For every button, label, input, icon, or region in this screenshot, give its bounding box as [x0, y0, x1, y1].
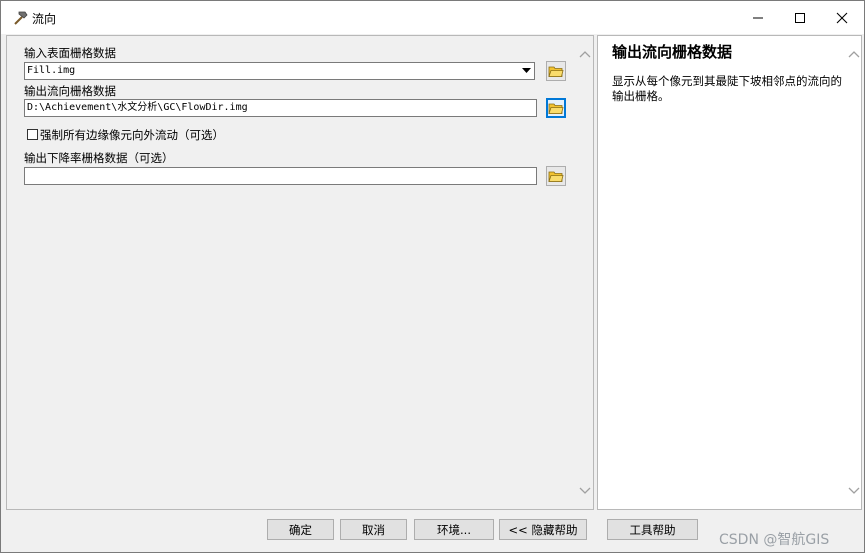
help-scroll-down-icon[interactable]: [848, 486, 860, 496]
minimize-icon: [753, 17, 763, 18]
input-surface-dropdown[interactable]: Fill.img: [24, 62, 535, 80]
dialog-window: 流向 输入表面栅格数据 Fill.img 输出流向栅格数据 D:\Achieve…: [0, 0, 865, 553]
force-edge-label: 强制所有边缘像元向外流动（可选）: [40, 128, 224, 142]
scroll-down-icon[interactable]: [579, 486, 591, 496]
window-title: 流向: [32, 12, 57, 26]
hide-help-button[interactable]: << 隐藏帮助: [499, 519, 587, 540]
parameters-pane: 输入表面栅格数据 Fill.img 输出流向栅格数据 D:\Achievemen…: [6, 35, 594, 510]
close-icon: [836, 12, 848, 23]
open-folder-icon: [548, 171, 564, 182]
help-body: 显示从每个像元到其最陡下坡相邻点的流向的输出栅格。: [612, 74, 842, 103]
output-direction-label: 输出流向栅格数据: [24, 84, 116, 98]
help-scroll-up-icon[interactable]: [848, 49, 860, 59]
help-pane: 输出流向栅格数据 显示从每个像元到其最陡下坡相邻点的流向的输出栅格。: [597, 35, 862, 510]
output-drop-input[interactable]: [24, 167, 537, 185]
environments-button[interactable]: 环境...: [414, 519, 494, 540]
watermark: CSDN @智航GIS: [719, 532, 830, 548]
minimize-button[interactable]: [737, 1, 779, 34]
output-direction-input[interactable]: D:\Achievement\水文分析\GC\FlowDir.img: [24, 99, 537, 117]
title-bar: 流向: [1, 1, 864, 34]
output-direction-value: D:\Achievement\水文分析\GC\FlowDir.img: [27, 102, 248, 113]
close-button[interactable]: [821, 1, 863, 34]
input-surface-label: 输入表面栅格数据: [24, 46, 116, 60]
dropdown-arrow-button[interactable]: [519, 64, 533, 78]
chevron-down-icon: [521, 68, 531, 73]
cancel-button[interactable]: 取消: [340, 519, 407, 540]
maximize-icon: [795, 12, 805, 23]
hammer-tool-icon: [11, 9, 29, 27]
browse-input-button[interactable]: [546, 61, 566, 81]
open-folder-icon: [548, 103, 564, 114]
input-surface-value: Fill.img: [27, 65, 76, 76]
open-folder-icon: [548, 66, 564, 77]
browse-drop-button[interactable]: [546, 166, 566, 186]
scroll-up-icon[interactable]: [579, 49, 591, 59]
force-edge-checkbox[interactable]: [27, 129, 38, 140]
ok-button[interactable]: 确定: [267, 519, 334, 540]
maximize-button[interactable]: [779, 1, 821, 34]
output-drop-label: 输出下降率栅格数据（可选）: [24, 151, 174, 165]
tool-help-button[interactable]: 工具帮助: [607, 519, 698, 540]
browse-output-button[interactable]: [546, 98, 566, 118]
help-title: 输出流向栅格数据: [612, 43, 733, 61]
